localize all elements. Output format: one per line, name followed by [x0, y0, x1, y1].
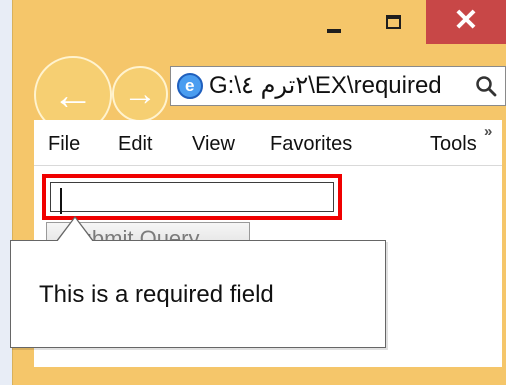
browser-page-icon-letter: e — [185, 76, 195, 95]
close-button[interactable]: ✕ — [426, 0, 506, 44]
search-icon[interactable] — [474, 74, 498, 98]
close-icon: ✕ — [453, 4, 479, 37]
forward-arrow-icon: → — [123, 74, 157, 113]
maximize-icon — [386, 15, 401, 29]
menu-file[interactable]: File — [48, 132, 80, 156]
window-controls: ✕ — [256, 0, 506, 48]
menu-view[interactable]: View — [192, 132, 235, 156]
menu-bar: File Edit View Favorites Tools » — [34, 120, 502, 166]
minimize-icon — [327, 29, 341, 33]
validation-tooltip: This is a required field — [10, 216, 386, 348]
menu-overflow-icon[interactable]: » — [484, 124, 492, 140]
menu-favorites[interactable]: Favorites — [270, 132, 352, 156]
menu-tools[interactable]: Tools — [430, 132, 477, 156]
tooltip-pointer-fill — [57, 218, 93, 242]
minimize-button[interactable] — [304, 0, 364, 44]
validation-message: This is a required field — [39, 281, 274, 308]
navigation-row: ← → e G:\٢ترم ٤\EX\required — [34, 56, 506, 134]
text-cursor — [60, 188, 62, 214]
forward-button[interactable]: → — [112, 66, 168, 122]
maximize-button[interactable] — [364, 0, 426, 44]
required-field-highlight — [42, 174, 342, 220]
browser-window: ✕ ← → e G:\٢ترم ٤\EX\required File Edit … — [0, 0, 506, 385]
address-text: G:\٢ترم ٤\EX\required — [209, 72, 442, 99]
browser-page-icon: e — [177, 73, 203, 99]
menu-edit[interactable]: Edit — [118, 132, 152, 156]
address-bar[interactable]: e G:\٢ترم ٤\EX\required — [170, 66, 506, 106]
required-text-input[interactable] — [50, 182, 334, 212]
back-arrow-icon: ← — [52, 71, 94, 118]
